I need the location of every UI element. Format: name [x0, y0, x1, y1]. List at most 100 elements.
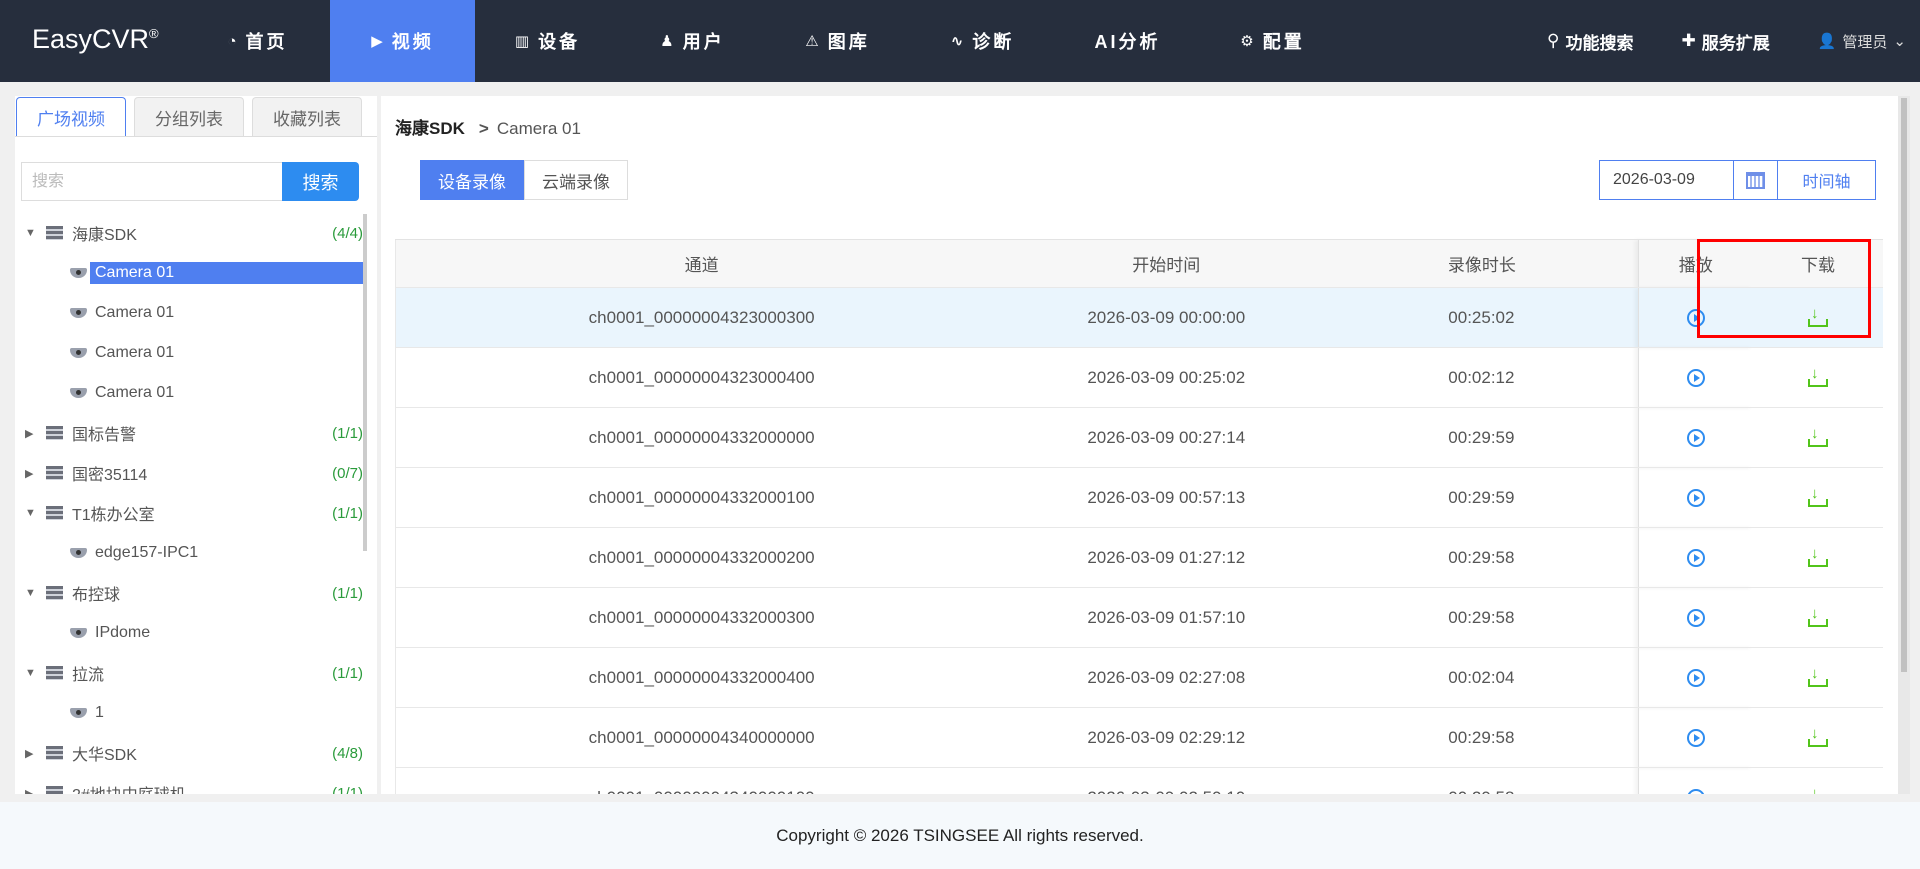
cloud-recording-tab[interactable]: 云端录像	[524, 160, 628, 200]
camera-icon	[70, 628, 87, 638]
group-count: (1/1)	[332, 784, 363, 795]
calendar-button[interactable]	[1734, 161, 1778, 199]
group-count: (1/1)	[332, 584, 363, 602]
download-icon[interactable]	[1808, 485, 1828, 508]
channel-cell: ch0001_00000004323000300	[395, 287, 1008, 348]
timeline-button[interactable]: 时间轴	[1778, 161, 1875, 199]
nav-item-4[interactable]: ⚠ 图库	[765, 0, 910, 82]
caret-down-icon[interactable]: ▼	[25, 587, 36, 599]
play-icon[interactable]	[1686, 729, 1705, 748]
start-time-cell: 2026-03-09 02:29:12	[1007, 707, 1326, 768]
tree-camera[interactable]: edge157-IPC1	[15, 533, 363, 573]
tree-group[interactable]: ▼ 布控球 (1/1)	[15, 573, 363, 613]
caret-right-icon[interactable]: ▶	[25, 787, 33, 795]
device-tree: ▼ 海康SDK (4/4) Camera 01 Camera 01 Camera 01 Ca…	[15, 213, 363, 794]
play-icon[interactable]	[1686, 789, 1705, 794]
download-icon[interactable]	[1808, 365, 1828, 388]
nav-item-7[interactable]: ⚙ 配置	[1200, 0, 1345, 82]
tree-camera[interactable]: IPdome	[15, 613, 363, 653]
channel-cell: ch0001_00000004332000100	[395, 467, 1008, 528]
scrollbar-thumb[interactable]	[1901, 98, 1907, 672]
download-icon[interactable]	[1808, 605, 1828, 628]
date-input[interactable]: 2026-03-09	[1600, 161, 1734, 199]
caret-right-icon[interactable]: ▶	[25, 427, 33, 440]
tree-camera[interactable]: Camera 01	[15, 333, 363, 373]
channel-cell: ch0001_00000004332000300	[395, 587, 1008, 648]
search-input[interactable]	[21, 162, 282, 201]
table-row[interactable]: ch0001_00000004323000400 2026-03-09 00:25…	[395, 347, 1883, 408]
table-row[interactable]: ch0001_00000004332000200 2026-03-09 01:27…	[395, 527, 1883, 588]
registered-mark: ®	[149, 26, 159, 41]
play-icon[interactable]	[1686, 369, 1705, 388]
download-icon[interactable]	[1808, 725, 1828, 748]
group-label: 海康SDK	[72, 227, 137, 244]
tree-group[interactable]: ▶ 2#地块中庭球机 (1/1)	[15, 773, 363, 794]
nav-item-6[interactable]: AI分析	[1055, 0, 1200, 82]
search-button[interactable]: 搜索	[282, 162, 359, 201]
table-row[interactable]: ch0001_00000004340000000 2026-03-09 02:29…	[395, 707, 1883, 768]
download-icon[interactable]	[1808, 545, 1828, 568]
tree-group[interactable]: ▼ 海康SDK (4/4)	[15, 213, 363, 253]
tree-camera[interactable]: Camera 01	[15, 293, 363, 333]
tree-camera[interactable]: Camera 01	[15, 253, 363, 293]
start-time-cell: 2026-03-09 01:57:10	[1007, 587, 1326, 648]
duration-cell: 00:25:02	[1325, 287, 1639, 348]
nav-item-0[interactable]: ◔ 首页	[185, 0, 330, 82]
play-icon[interactable]	[1686, 669, 1705, 688]
logo[interactable]: EasyCVR®	[32, 24, 159, 55]
feature-search-button[interactable]: ⚲ 功能搜索	[1547, 29, 1633, 54]
play-icon[interactable]	[1686, 549, 1705, 568]
top-nav-bar: EasyCVR® ◔ 首页 ▶ 视频 ▥ 设备 ♟ 用户 ⚠ 图库 ∿ 诊断 AI分析 ⚙ 配置 ⚲ 功能搜索…	[0, 0, 1920, 82]
service-extension-button[interactable]: ✚ 服务扩展	[1681, 29, 1769, 54]
download-icon[interactable]	[1808, 665, 1828, 688]
camera-label: edge157-IPC1	[95, 544, 199, 561]
group-count: (0/7)	[332, 464, 363, 482]
tree-group[interactable]: ▼ 拉流 (1/1)	[15, 653, 363, 693]
tree-group[interactable]: ▼ T1栋办公室 (1/1)	[15, 493, 363, 533]
nav-item-3[interactable]: ♟ 用户	[620, 0, 765, 82]
caret-down-icon[interactable]: ▼	[25, 227, 36, 239]
table-row[interactable]: ch0001_00000004332000000 2026-03-09 00:27…	[395, 407, 1883, 468]
caret-down-icon[interactable]: ▼	[25, 507, 36, 519]
table-row[interactable]: ch0001_00000004332000100 2026-03-09 00:57…	[395, 467, 1883, 528]
search-icon: ⚲	[1547, 31, 1560, 50]
download-icon[interactable]	[1808, 425, 1828, 448]
breadcrumb-parent[interactable]: 海康SDK	[395, 119, 465, 138]
tree-group[interactable]: ▶ 国标告警 (1/1)	[15, 413, 363, 453]
server-icon	[46, 226, 63, 240]
nav-item-5[interactable]: ∿ 诊断	[910, 0, 1055, 82]
nav-item-1[interactable]: ▶ 视频	[330, 0, 475, 82]
download-cell	[1753, 347, 1883, 408]
table-row[interactable]: ch0001_000000043400001002026-03-09 02:59…	[395, 767, 1883, 794]
server-icon	[46, 506, 63, 520]
caret-down-icon[interactable]: ▼	[25, 667, 36, 679]
table-row[interactable]: ch0001_00000004332000300 2026-03-09 01:57…	[395, 587, 1883, 648]
group-count: (4/8)	[332, 744, 363, 762]
download-cell	[1753, 587, 1883, 648]
tab-square-video[interactable]: 广场视频	[16, 97, 126, 137]
tab-group-list[interactable]: 分组列表	[134, 97, 244, 137]
tree-camera[interactable]: 1	[15, 693, 363, 733]
user-menu[interactable]: 👤 管理员 ⌄	[1818, 31, 1906, 52]
caret-right-icon[interactable]: ▶	[25, 467, 33, 480]
caret-right-icon[interactable]: ▶	[25, 747, 33, 760]
nav-item-2[interactable]: ▥ 设备	[475, 0, 620, 82]
duration-cell: 00:29:58	[1325, 527, 1639, 588]
feature-search-label: 功能搜索	[1565, 33, 1634, 53]
download-icon[interactable]	[1808, 785, 1828, 794]
tree-group[interactable]: ▶ 大华SDK (4/8)	[15, 733, 363, 773]
tree-scrollbar[interactable]	[363, 214, 367, 551]
camera-icon	[70, 268, 87, 278]
tab-favorites[interactable]: 收藏列表	[252, 97, 362, 137]
table-row[interactable]: ch0001_00000004323000300 2026-03-09 00:00…	[395, 287, 1883, 348]
device-recording-tab[interactable]: 设备录像	[420, 160, 524, 200]
table-row[interactable]: ch0001_00000004332000400 2026-03-09 02:27…	[395, 647, 1883, 708]
play-icon[interactable]	[1686, 429, 1705, 448]
panel-scrollbar[interactable]	[1898, 96, 1910, 794]
tree-group[interactable]: ▶ 国密35114 (0/7)	[15, 453, 363, 493]
group-label: 国密35114	[72, 467, 148, 484]
play-icon[interactable]	[1686, 489, 1705, 508]
tree-camera[interactable]: Camera 01	[15, 373, 363, 413]
play-icon[interactable]	[1686, 609, 1705, 628]
breadcrumb-separator: >	[478, 119, 489, 138]
